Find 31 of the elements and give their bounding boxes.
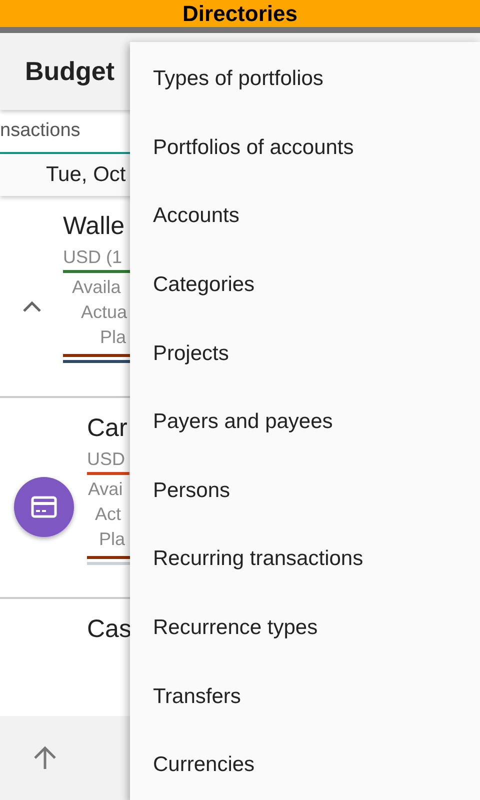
currency-label: USD (1 [63,247,122,268]
menu-item[interactable]: Transfers [130,662,480,731]
underline-drawing [87,562,130,565]
menu-item[interactable]: Recurring transactions [130,525,480,594]
menu-item[interactable]: Categories [130,250,480,320]
underline-drawing [87,556,130,559]
date-label[interactable]: Tue, Oct [46,162,126,187]
balance-label: Availa [72,277,121,298]
app-title: Budget [25,56,115,87]
menu-item[interactable]: Accounts [130,182,480,251]
balance-label: Avai [88,478,123,500]
menu-item[interactable]: Payers and payees [130,388,480,457]
chevron-up-icon[interactable] [22,300,42,312]
menu-item[interactable]: Projects [130,319,480,388]
menu-item[interactable]: Portfolios of accounts [130,114,480,182]
underline-drawing [63,360,130,364]
balance-label: Act [95,504,122,525]
currency-label: USD [87,448,126,470]
menu-item[interactable]: Recurrence types [130,594,480,662]
credit-card-icon [14,477,74,538]
menu-item[interactable]: Persons [130,456,480,526]
menu-item[interactable]: Currencies [130,730,480,800]
arrow-up-icon[interactable] [32,745,58,771]
balance-label: Pla [100,327,126,348]
balance-label: Pla [99,528,126,550]
menu-item[interactable]: Types of portfolios [130,45,480,114]
banner-title: Directories [182,0,298,27]
account-name: Car [87,414,128,443]
account-name: Walle [63,212,125,242]
balance-label: Actua [81,302,128,324]
underline-drawing [63,354,130,358]
